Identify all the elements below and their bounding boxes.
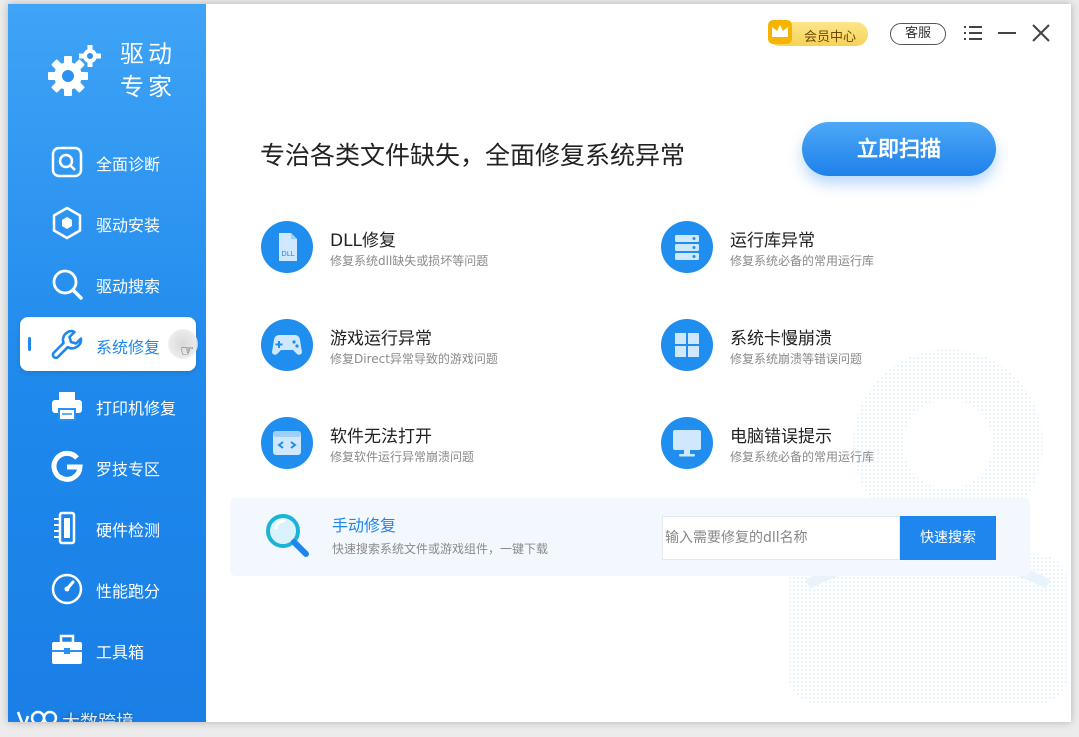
windows-icon [661, 319, 713, 371]
scan-now-button[interactable]: 立即扫描 [802, 122, 996, 176]
sidebar-item-logitech[interactable]: 罗技专区 [20, 439, 196, 493]
vip-center-label: 会员中心 [804, 30, 857, 45]
diagnosis-icon [51, 146, 83, 178]
driver-install-icon [52, 206, 82, 240]
app-name-line2: 专家 [120, 73, 176, 101]
printer-icon [52, 392, 82, 421]
close-icon[interactable] [1028, 20, 1054, 46]
feature-title: 系统卡慢崩溃 [730, 329, 832, 349]
sidebar-item-system-repair[interactable]: 系统修复 ☞ [20, 317, 198, 371]
watermark-logo-icon [16, 710, 58, 722]
feature-title: 电脑错误提示 [730, 427, 832, 447]
app-name-line1: 驱动 [120, 40, 176, 68]
app-logo: 驱动 专家 [44, 38, 204, 108]
feature-title: 运行库异常 [730, 231, 815, 251]
manual-repair-title: 手动修复 [332, 516, 397, 535]
sidebar-item-printer-repair[interactable]: 打印机修复 [20, 378, 196, 432]
gear-logo-icon [48, 45, 101, 96]
watermark-text: 大数跨境 [62, 708, 134, 722]
dll-file-icon: DLL [261, 221, 313, 273]
runtime-icon [661, 221, 713, 273]
sidebar-item-label: 驱动搜索 [96, 277, 161, 296]
logitech-icon [51, 450, 83, 482]
feature-app-wont-open[interactable]: 软件无法打开 修复软件运行异常崩溃问题 [260, 416, 590, 476]
vip-center-button[interactable]: 会员中心 [768, 20, 868, 46]
feature-desc: 修复软件运行异常崩溃问题 [330, 450, 475, 464]
monitor-icon [661, 417, 713, 469]
menu-icon[interactable] [960, 20, 986, 46]
mouse-pointer-icon: ☞ [180, 341, 195, 360]
crown-icon [768, 20, 792, 44]
sidebar-item-label: 罗技专区 [96, 460, 161, 479]
sidebar-item-label: 工具箱 [96, 643, 145, 662]
sidebar-item-label: 驱动安装 [96, 216, 161, 235]
sidebar-item-label: 硬件检测 [96, 521, 161, 540]
feature-title: 游戏运行异常 [330, 329, 432, 349]
svg-text:DLL: DLL [281, 250, 294, 258]
active-indicator [28, 337, 31, 351]
feature-title: 软件无法打开 [330, 427, 432, 447]
toolbox-icon [52, 634, 82, 664]
sidebar-item-hardware-check[interactable]: 硬件检测 [20, 500, 196, 554]
feature-dll-repair[interactable]: DLL DLL修复 修复系统dll缺失或损坏等问题 [260, 220, 590, 280]
sidebar: 驱动 专家 全面诊断 驱动安装 驱动搜索 系统修复 ☞ 打印机修复 罗技专区 硬… [8, 4, 206, 722]
gamepad-icon [261, 319, 313, 371]
feature-desc: 修复Direct异常导致的游戏问题 [330, 352, 498, 366]
quick-search-button[interactable]: 快速搜索 [900, 516, 996, 560]
sidebar-item-driver-search[interactable]: 驱动搜索 [20, 256, 196, 310]
dll-search-input[interactable] [662, 516, 900, 560]
app-name: 驱动 专家 [120, 38, 176, 104]
sidebar-item-label: 全面诊断 [96, 155, 161, 174]
feature-game-error[interactable]: 游戏运行异常 修复Direct异常导致的游戏问题 [260, 318, 590, 378]
feature-desc: 修复系统崩溃等错误问题 [730, 352, 863, 366]
customer-service-button[interactable]: 客服 [890, 23, 946, 45]
sidebar-item-driver-install[interactable]: 驱动安装 [20, 195, 196, 249]
feature-system-crash[interactable]: 系统卡慢崩溃 修复系统崩溃等错误问题 [660, 318, 990, 378]
app-window-icon [261, 417, 313, 469]
watermark: 大数跨境 [14, 706, 154, 722]
app-window: 驱动 专家 全面诊断 驱动安装 驱动搜索 系统修复 ☞ 打印机修复 罗技专区 硬… [8, 4, 1071, 722]
feature-desc: 修复系统必备的常用运行库 [730, 254, 875, 268]
feature-error-prompt[interactable]: 电脑错误提示 修复系统必备的常用运行库 [660, 416, 990, 476]
feature-desc: 修复系统dll缺失或损坏等问题 [330, 254, 489, 268]
sidebar-item-toolbox[interactable]: 工具箱 [20, 622, 196, 676]
sidebar-item-label: 系统修复 [96, 338, 161, 357]
minimize-icon[interactable] [994, 20, 1020, 46]
search-icon [266, 514, 309, 557]
feature-desc: 修复系统必备的常用运行库 [730, 450, 875, 464]
sidebar-item-label: 打印机修复 [96, 399, 177, 418]
manual-repair-desc: 快速搜索系统文件或游戏组件，一键下载 [332, 542, 549, 556]
feature-title: DLL修复 [330, 231, 397, 251]
page-headline: 专治各类文件缺失，全面修复系统异常 [260, 141, 686, 170]
manual-repair-panel: 手动修复 快速搜索系统文件或游戏组件，一键下载 快速搜索 [230, 498, 1030, 576]
hardware-icon [54, 511, 76, 545]
feature-runtime-error[interactable]: 运行库异常 修复系统必备的常用运行库 [660, 220, 990, 280]
wrench-icon [51, 329, 83, 360]
sidebar-item-diagnosis[interactable]: 全面诊断 [20, 134, 196, 188]
driver-search-icon [52, 269, 83, 300]
sidebar-item-label: 性能跑分 [96, 582, 161, 601]
gauge-icon [51, 573, 83, 605]
sidebar-item-benchmark[interactable]: 性能跑分 [20, 561, 196, 615]
